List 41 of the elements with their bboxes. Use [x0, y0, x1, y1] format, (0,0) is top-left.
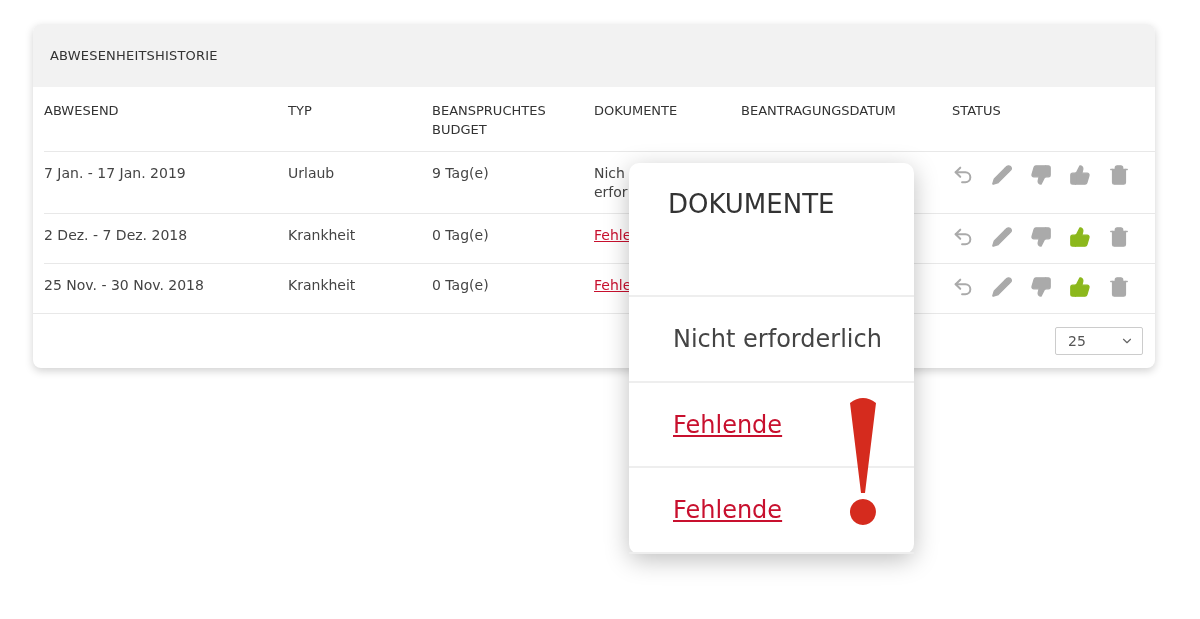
documents-link[interactable]: Fehle [594, 277, 632, 293]
budget-value: 0 Tag(e) [432, 276, 490, 295]
absence-type: Krankheit [288, 226, 357, 245]
card-title: ABWESENHEITSHISTORIE [50, 48, 218, 63]
delete-icon[interactable] [1108, 164, 1130, 186]
undo-icon[interactable] [952, 226, 974, 248]
delete-icon[interactable] [1108, 226, 1130, 248]
absence-type: Urlaub [288, 164, 336, 183]
missing-documents-link[interactable]: Fehlende [673, 410, 783, 439]
missing-documents-link[interactable]: Fehlende [673, 496, 783, 525]
documents-link[interactable]: Fehle [594, 227, 632, 243]
edit-icon[interactable] [991, 164, 1013, 186]
popup-title: DOKUMENTE [668, 189, 835, 219]
thumbs-down-icon[interactable] [1030, 164, 1052, 186]
column-header: DOKUMENTE [594, 102, 678, 120]
thumbs-down-icon[interactable] [1030, 276, 1052, 298]
column-header: ABWESEND [44, 102, 119, 120]
page-size-select[interactable]: 25 [1055, 327, 1143, 355]
undo-icon[interactable] [952, 164, 974, 186]
edit-icon[interactable] [991, 226, 1013, 248]
documents-text: erfor [594, 183, 629, 202]
date-range: 25 Nov. - 30 Nov. 2018 [44, 276, 205, 295]
delete-icon[interactable] [1108, 276, 1130, 298]
budget-value: 9 Tag(e) [432, 164, 490, 183]
thumbs-down-icon[interactable] [1030, 226, 1052, 248]
documents-text: Nich [594, 164, 626, 183]
absence-type: Krankheit [288, 276, 357, 295]
date-range: 2 Dez. - 7 Dez. 2018 [44, 226, 189, 245]
undo-icon[interactable] [952, 276, 974, 298]
thumbs-up-icon[interactable] [1069, 226, 1091, 248]
date-range: 7 Jan. - 17 Jan. 2019 [44, 164, 187, 183]
thumbs-up-icon[interactable] [1069, 164, 1091, 186]
exclamation-icon [847, 397, 879, 525]
column-header: TYP [288, 102, 312, 120]
edit-icon[interactable] [991, 276, 1013, 298]
column-header: BEANSPRUCHTES BUDGET [432, 102, 546, 139]
column-header: STATUS [952, 102, 1001, 120]
thumbs-up-icon[interactable] [1069, 276, 1091, 298]
budget-value: 0 Tag(e) [432, 226, 490, 245]
documents-status: Nicht erforderlich [673, 324, 882, 353]
column-header: BEANTRAGUNGSDATUM [741, 102, 896, 120]
